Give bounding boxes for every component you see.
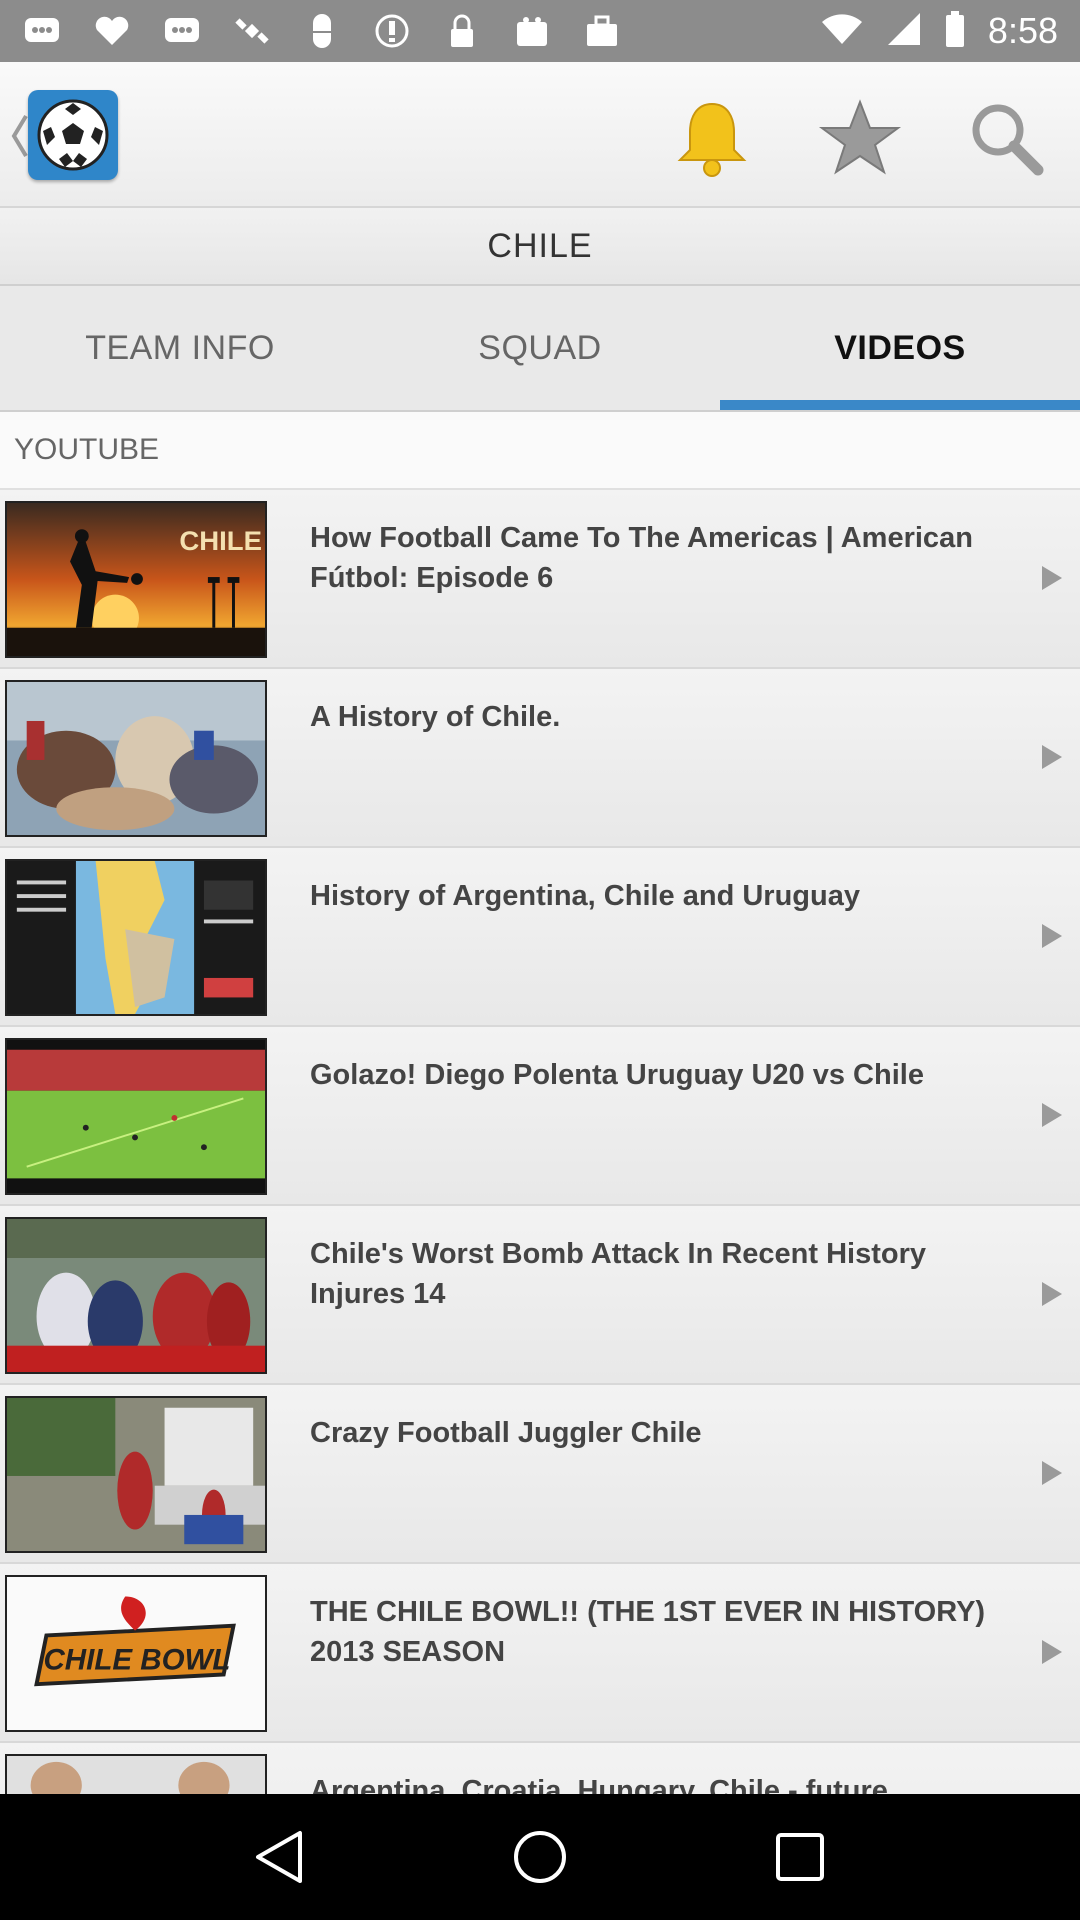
play-arrow-icon[interactable]: [1030, 916, 1070, 956]
back-icon[interactable]: [245, 1822, 315, 1892]
play-arrow-icon[interactable]: [1030, 1632, 1070, 1672]
video-title: A History of Chile.: [310, 701, 561, 733]
star-icon[interactable]: [818, 96, 902, 180]
list-item[interactable]: History of Argentina, Chile and Uruguay: [0, 848, 1080, 1027]
thumbnail-chile-text: CHILE: [179, 525, 262, 556]
play-arrow-icon[interactable]: [1030, 1274, 1070, 1314]
video-title: Crazy Football Juggler Chile: [310, 1417, 702, 1449]
list-item[interactable]: CHILE BOWL THE CHILE BOWL!! (THE 1ST EVE…: [0, 1564, 1080, 1743]
video-title: History of Argentina, Chile and Uruguay: [310, 880, 860, 912]
page-title-bar: CHILE: [0, 208, 1080, 286]
tab-label: TEAM INFO: [85, 328, 275, 367]
list-item[interactable]: Argentina, Croatia, Hungary, Chile - fut…: [0, 1743, 1080, 1794]
battery-icon: [944, 10, 966, 53]
home-icon[interactable]: [505, 1822, 575, 1892]
status-time: 8:58: [987, 10, 1058, 51]
video-title: THE CHILE BOWL!! (THE 1ST EVER IN HISTOR…: [310, 1596, 986, 1668]
video-thumbnail: [5, 1396, 267, 1553]
video-thumbnail: [5, 680, 267, 837]
video-thumbnail: CHILE BOWL: [5, 1575, 267, 1732]
list-item[interactable]: Golazo! Diego Polenta Uruguay U20 vs Chi…: [0, 1027, 1080, 1206]
tab-label: VIDEOS: [834, 328, 966, 367]
tab-videos[interactable]: VIDEOS: [720, 286, 1080, 410]
video-thumbnail: [5, 1038, 267, 1195]
video-thumbnail: [5, 1754, 267, 1794]
video-list[interactable]: CHILE How Football Came To The Americas …: [0, 490, 1080, 1794]
play-arrow-icon[interactable]: [1030, 737, 1070, 777]
search-icon[interactable]: [964, 96, 1048, 180]
list-item[interactable]: CHILE How Football Came To The Americas …: [0, 490, 1080, 669]
system-nav-bar: [0, 1794, 1080, 1920]
list-item[interactable]: Chile's Worst Bomb Attack In Recent Hist…: [0, 1206, 1080, 1385]
tab-bar: TEAM INFO SQUAD VIDEOS: [0, 286, 1080, 412]
play-arrow-icon[interactable]: [1030, 1453, 1070, 1493]
recents-icon[interactable]: [765, 1822, 835, 1892]
soccer-ball-icon[interactable]: [28, 90, 118, 180]
section-header-label: YOUTUBE: [14, 433, 160, 466]
do-not-disturb-icon: [372, 11, 412, 51]
video-title: Golazo! Diego Polenta Uruguay U20 vs Chi…: [310, 1059, 924, 1091]
notification-icon: [22, 11, 62, 51]
section-header: YOUTUBE: [0, 412, 1080, 490]
signal-icon: [886, 11, 922, 52]
play-arrow-icon[interactable]: [1030, 1095, 1070, 1135]
video-thumbnail: [5, 859, 267, 1016]
lock-icon: [442, 11, 482, 51]
video-title: Argentina, Croatia, Hungary, Chile - fut…: [310, 1775, 888, 1794]
video-title: How Football Came To The Americas | Amer…: [310, 522, 973, 594]
page-title: CHILE: [487, 226, 593, 265]
bell-icon[interactable]: [670, 96, 754, 180]
bag-icon: [582, 11, 622, 51]
tab-team-info[interactable]: TEAM INFO: [0, 286, 360, 410]
satellite-icon: [232, 11, 272, 51]
play-arrow-icon[interactable]: [1030, 558, 1070, 598]
thumbnail-chile-bowl-text: CHILE BOWL: [43, 1644, 230, 1677]
notification-icon: [162, 11, 202, 51]
pill-icon: [302, 11, 342, 51]
video-title: Chile's Worst Bomb Attack In Recent Hist…: [310, 1238, 927, 1310]
list-item[interactable]: A History of Chile.: [0, 669, 1080, 848]
video-thumbnail: CHILE: [5, 501, 267, 658]
bag-icon: [512, 11, 552, 51]
app-bar: [0, 62, 1080, 208]
list-item[interactable]: Crazy Football Juggler Chile: [0, 1385, 1080, 1564]
status-bar: 8:58: [0, 0, 1080, 62]
video-thumbnail: [5, 1217, 267, 1374]
tab-squad[interactable]: SQUAD: [360, 286, 720, 410]
tab-label: SQUAD: [478, 328, 602, 367]
wifi-icon: [820, 12, 864, 51]
heart-icon: [92, 11, 132, 51]
